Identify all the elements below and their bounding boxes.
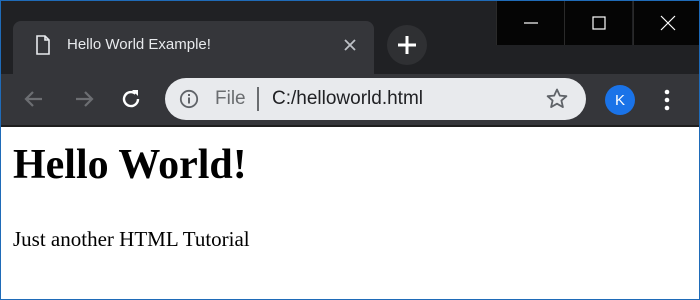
minimize-button[interactable]	[496, 1, 564, 45]
document-icon	[36, 35, 50, 55]
profile-avatar[interactable]: K	[605, 85, 635, 115]
close-window-button[interactable]	[633, 1, 699, 45]
browser-window: Hello World Example! File C:/helloworld.…	[0, 0, 700, 300]
star-icon[interactable]	[545, 87, 569, 111]
more-vertical-icon[interactable]	[659, 87, 675, 113]
forward-arrow-icon[interactable]	[71, 86, 97, 112]
page-paragraph: Just another HTML Tutorial	[13, 227, 250, 251]
tab-strip: Hello World Example!	[1, 1, 699, 74]
url-text[interactable]: C:/helloworld.html	[272, 88, 423, 110]
new-tab-button[interactable]	[387, 25, 427, 65]
tab-active[interactable]: Hello World Example!	[13, 21, 374, 74]
maximize-button[interactable]	[564, 1, 632, 45]
tab-close-icon[interactable]	[340, 35, 360, 55]
close-icon	[660, 15, 676, 31]
info-icon[interactable]	[179, 89, 199, 109]
maximize-icon	[592, 16, 606, 30]
back-arrow-icon[interactable]	[21, 86, 47, 112]
toolbar: File C:/helloworld.html K	[1, 74, 699, 126]
address-bar[interactable]: File C:/helloworld.html	[165, 78, 586, 120]
omnibox-divider	[257, 87, 259, 111]
plus-icon	[398, 36, 416, 54]
reload-icon[interactable]	[118, 86, 144, 112]
page-heading: Hello World!	[13, 142, 247, 188]
page-content: Hello World! Just another HTML Tutorial	[1, 127, 699, 299]
tab-title: Hello World Example!	[67, 36, 211, 53]
minimize-icon	[524, 22, 538, 24]
scheme-label: File	[215, 88, 246, 109]
